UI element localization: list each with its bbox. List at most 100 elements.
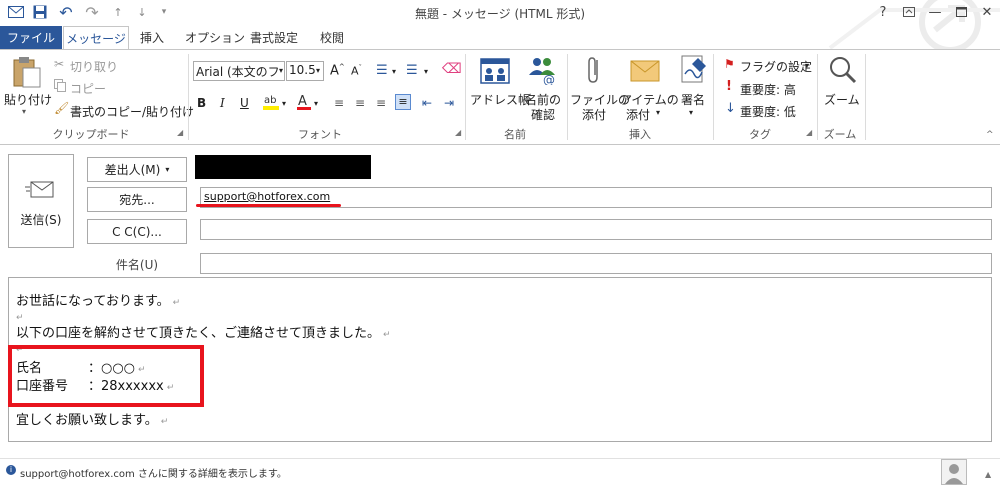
body-request: 以下の口座を解約させて頂きたく、ご連絡させて頂きました。 ↵ (16, 326, 391, 341)
ribbon-separator (817, 54, 818, 140)
numbering-dropdown-icon[interactable]: ▾ (424, 67, 428, 76)
people-info-text[interactable]: support@hotforex.com さんに関する詳細を表示します。 (20, 465, 287, 480)
signature-icon[interactable] (680, 54, 708, 84)
underline-icon[interactable]: U (240, 94, 249, 112)
subject-label: 件名(U) (115, 258, 159, 272)
to-button[interactable]: 宛先... (87, 187, 187, 212)
names-group-label: 名前 (504, 128, 526, 141)
high-importance-button[interactable]: 重要度: 高 (740, 81, 796, 98)
help-button[interactable]: ? (872, 2, 894, 22)
paste-icon[interactable] (10, 56, 42, 88)
high-importance-icon[interactable]: ! (726, 79, 732, 94)
address-book-button[interactable]: アドレス帳 (470, 91, 530, 108)
format-painter-button[interactable]: 書式のコピー/貼り付け (70, 103, 194, 120)
bullets-dropdown-icon[interactable]: ▾ (392, 67, 396, 76)
bullets-icon[interactable]: ☰ (376, 63, 388, 78)
info-icon: i (6, 465, 16, 475)
avatar[interactable] (941, 459, 967, 485)
tab-options[interactable]: オプション (185, 26, 245, 49)
attach-item-label-2[interactable]: 添付 (626, 106, 650, 123)
cut-icon[interactable]: ✂ (54, 57, 64, 71)
maximize-button[interactable] (950, 2, 972, 22)
paperclip-icon[interactable] (586, 55, 602, 85)
subject-field[interactable] (200, 253, 992, 274)
red-box-annotation (8, 345, 204, 407)
decrease-indent-icon[interactable]: ⇤ (422, 94, 432, 112)
tab-format[interactable]: 書式設定 (250, 26, 298, 49)
follow-up-button[interactable]: フラグの設定 (740, 58, 812, 75)
attach-item-dropdown-icon[interactable]: ▾ (656, 108, 660, 117)
ribbon-separator (465, 54, 466, 140)
align-center-icon[interactable]: ≡ (355, 94, 365, 112)
signature-dropdown-icon[interactable]: ▾ (689, 108, 693, 117)
check-names-icon[interactable]: @ (527, 55, 559, 87)
numbering-icon[interactable]: ☰ (406, 63, 418, 78)
to-recipient[interactable]: support@hotforex.com (204, 190, 330, 203)
send-button[interactable]: 送信(S) (8, 154, 74, 248)
zoom-group-label: ズーム (823, 128, 857, 141)
paste-dropdown-icon[interactable]: ▾ (22, 107, 26, 116)
align-right-icon[interactable]: ≡ (376, 94, 386, 112)
insert-group-label: 挿入 (629, 128, 651, 141)
tags-launcher-icon[interactable]: ◢ (806, 128, 812, 137)
clipboard-group-label: クリップボード (52, 128, 130, 141)
close-button[interactable]: ✕ (976, 2, 998, 22)
cut-button[interactable]: 切り取り (70, 58, 118, 75)
red-underline-annotation (196, 204, 341, 207)
font-name-dropdown-icon[interactable]: ▾ (279, 66, 283, 75)
font-name-value: Arial (本文のフ (196, 65, 280, 79)
italic-icon[interactable]: I (220, 94, 225, 112)
font-name-combo[interactable]: Arial (本文のフ (193, 61, 285, 81)
cc-field[interactable] (200, 219, 992, 240)
tags-group-label: タグ (749, 128, 771, 141)
clear-formatting-icon[interactable]: ⌫ (442, 61, 462, 77)
svg-text:A: A (298, 94, 307, 109)
ribbon-separator (188, 54, 189, 140)
bold-icon[interactable]: B (197, 94, 206, 112)
clipboard-launcher-icon[interactable]: ◢ (177, 128, 183, 137)
redacted-from-address (195, 155, 371, 179)
attach-file-label-2[interactable]: 添付 (582, 106, 606, 123)
highlight-dropdown-icon[interactable]: ▾ (282, 99, 286, 108)
low-importance-icon[interactable]: ↓ (725, 101, 736, 116)
font-size-value: 10.5 (289, 63, 316, 77)
collapse-ribbon-icon[interactable]: ^ (986, 130, 994, 140)
ribbon-separator (567, 54, 568, 140)
minimize-button[interactable]: — (924, 2, 946, 22)
flag-icon[interactable]: ⚑ (724, 57, 735, 71)
tab-review[interactable]: 校閲 (320, 26, 344, 49)
grow-font-icon[interactable]: A^ (330, 63, 345, 78)
increase-indent-icon[interactable]: ⇥ (444, 94, 454, 112)
font-launcher-icon[interactable]: ◢ (455, 128, 461, 137)
attach-item-icon[interactable] (630, 56, 660, 82)
expand-people-pane-icon[interactable]: ▲ (985, 470, 991, 479)
format-painter-icon[interactable]: 🖌 (54, 101, 69, 115)
ribbon-display-options-icon[interactable] (898, 2, 920, 22)
shrink-font-icon[interactable]: Aˇ (351, 64, 362, 78)
cc-button[interactable]: C C(C)... (87, 219, 187, 244)
check-names-label-2[interactable]: 確認 (531, 106, 555, 123)
address-book-icon[interactable] (480, 56, 510, 84)
low-importance-button[interactable]: 重要度: 低 (740, 103, 796, 120)
font-color-dropdown-icon[interactable]: ▾ (314, 99, 318, 108)
from-button[interactable]: 差出人(M) ▾ (87, 157, 187, 182)
tab-file[interactable]: ファイル (0, 26, 62, 49)
ribbon-separator (865, 54, 866, 140)
signature-button[interactable]: 署名 (681, 91, 705, 108)
copy-icon[interactable] (54, 79, 66, 92)
align-left-icon[interactable]: ≡ (334, 94, 344, 112)
zoom-icon[interactable] (828, 55, 858, 85)
tab-insert[interactable]: 挿入 (140, 26, 164, 49)
highlight-icon[interactable]: ab (262, 93, 280, 111)
follow-up-dropdown-icon[interactable]: ▾ (805, 61, 809, 70)
copy-button[interactable]: コピー (70, 80, 106, 97)
font-size-dropdown-icon[interactable]: ▾ (316, 66, 320, 75)
font-color-icon[interactable]: A (296, 93, 312, 111)
tab-message[interactable]: メッセージ (63, 26, 129, 50)
paste-button[interactable]: 貼り付け (4, 91, 52, 108)
font-group-label: フォント (298, 128, 342, 141)
zoom-button[interactable]: ズーム (824, 91, 860, 108)
justify-icon[interactable]: ≡ (395, 94, 411, 110)
ribbon-separator (713, 54, 714, 140)
from-dropdown-icon: ▾ (165, 165, 170, 174)
